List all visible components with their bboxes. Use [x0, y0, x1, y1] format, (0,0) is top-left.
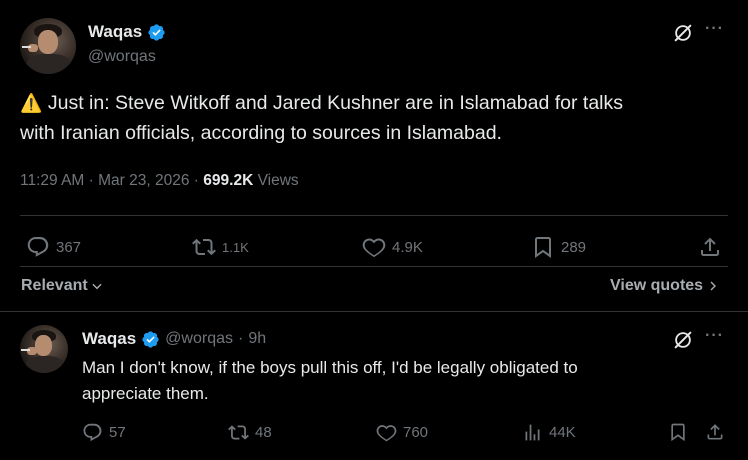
repost-icon	[228, 425, 249, 440]
reply-header: Waqas @worqas · 9h	[82, 329, 266, 349]
view-quotes-link[interactable]: View quotes	[610, 277, 719, 295]
share-button[interactable]	[698, 235, 722, 259]
post-text-line-1: ⚠️ Just in: Steve Witkoff and Jared Kush…	[20, 88, 730, 118]
grok-icon[interactable]	[672, 329, 694, 356]
reply-text: Man I don't know, if the boys pull this …	[82, 355, 722, 407]
post-time[interactable]: 11:29 AM	[20, 172, 84, 189]
analytics-icon	[525, 424, 540, 441]
bookmark-icon	[535, 237, 551, 258]
reply-share-button[interactable]	[705, 422, 725, 442]
grok-icon[interactable]	[672, 22, 694, 49]
heart-icon	[376, 425, 397, 442]
warning-icon: ⚠️	[20, 93, 43, 113]
reply-views-button[interactable]: 44K	[522, 422, 576, 443]
reply-author-handle[interactable]: @worqas	[165, 330, 233, 348]
more-options-icon[interactable]: ···	[705, 20, 724, 38]
repost-count: 1.1K	[222, 239, 249, 255]
reply-repost-button[interactable]: 48	[228, 422, 272, 443]
author-avatar[interactable]	[20, 18, 76, 74]
more-options-icon[interactable]: ···	[705, 327, 724, 345]
bookmark-count: 289	[561, 238, 587, 256]
like-count: 4.9K	[392, 238, 423, 256]
author-handle[interactable]: @worqas	[88, 48, 156, 66]
share-icon	[701, 237, 719, 256]
share-icon	[707, 424, 723, 440]
repost-icon	[192, 238, 216, 256]
view-quotes-label: View quotes	[610, 277, 704, 294]
reply-button[interactable]: 367	[26, 235, 81, 259]
post-date[interactable]: Mar 23, 2026	[98, 172, 189, 189]
divider	[20, 266, 728, 267]
chevron-right-icon	[710, 281, 717, 291]
bookmark-icon	[671, 423, 685, 442]
post-text-line-1-content: Just in: Steve Witkoff and Jared Kushner…	[47, 92, 624, 114]
verified-badge-icon	[148, 23, 165, 41]
sort-dropdown[interactable]: Relevant	[21, 277, 104, 295]
divider	[20, 215, 728, 216]
post-metadata: 11:29 AM · Mar 23, 2026 · 699.2K Views	[20, 172, 299, 190]
views-count: 699.2K	[203, 172, 254, 189]
reply-icon	[83, 423, 102, 442]
reply-count: 57	[109, 424, 126, 441]
reply-author-name[interactable]: Waqas	[82, 329, 136, 349]
like-count: 760	[403, 424, 429, 441]
author-name-row[interactable]: Waqas	[88, 22, 166, 42]
post-text-line-2: with Iranian officials, according to sou…	[20, 122, 502, 144]
author-name[interactable]: Waqas	[88, 22, 142, 42]
reply-text-line-1: Man I don't know, if the boys pull this …	[82, 358, 578, 377]
verified-badge-icon	[142, 330, 159, 348]
repost-count: 48	[255, 424, 272, 441]
post-text: ⚠️ Just in: Steve Witkoff and Jared Kush…	[20, 88, 730, 148]
reply-reply-button[interactable]: 57	[82, 422, 126, 443]
bookmark-button[interactable]: 289	[531, 235, 586, 259]
reply-icon	[27, 237, 49, 257]
reply-like-button[interactable]: 760	[376, 422, 428, 443]
separator: ·	[88, 172, 94, 189]
repost-button[interactable]: 1.1K	[192, 235, 249, 259]
chevron-down-icon	[92, 283, 102, 290]
sort-label: Relevant	[21, 277, 88, 294]
views-label: Views	[257, 172, 299, 189]
reply-author-avatar[interactable]	[20, 325, 68, 373]
divider	[0, 311, 748, 312]
heart-icon	[362, 238, 386, 258]
views-count: 44K	[549, 424, 576, 441]
reply-age[interactable]: 9h	[248, 330, 266, 348]
reply-bookmark-button[interactable]	[668, 422, 688, 442]
separator: ·	[193, 172, 199, 189]
reply-count: 367	[56, 238, 82, 256]
reply-text-line-2: appreciate them.	[82, 384, 209, 403]
like-button[interactable]: 4.9K	[362, 235, 423, 259]
separator: ·	[238, 330, 244, 347]
